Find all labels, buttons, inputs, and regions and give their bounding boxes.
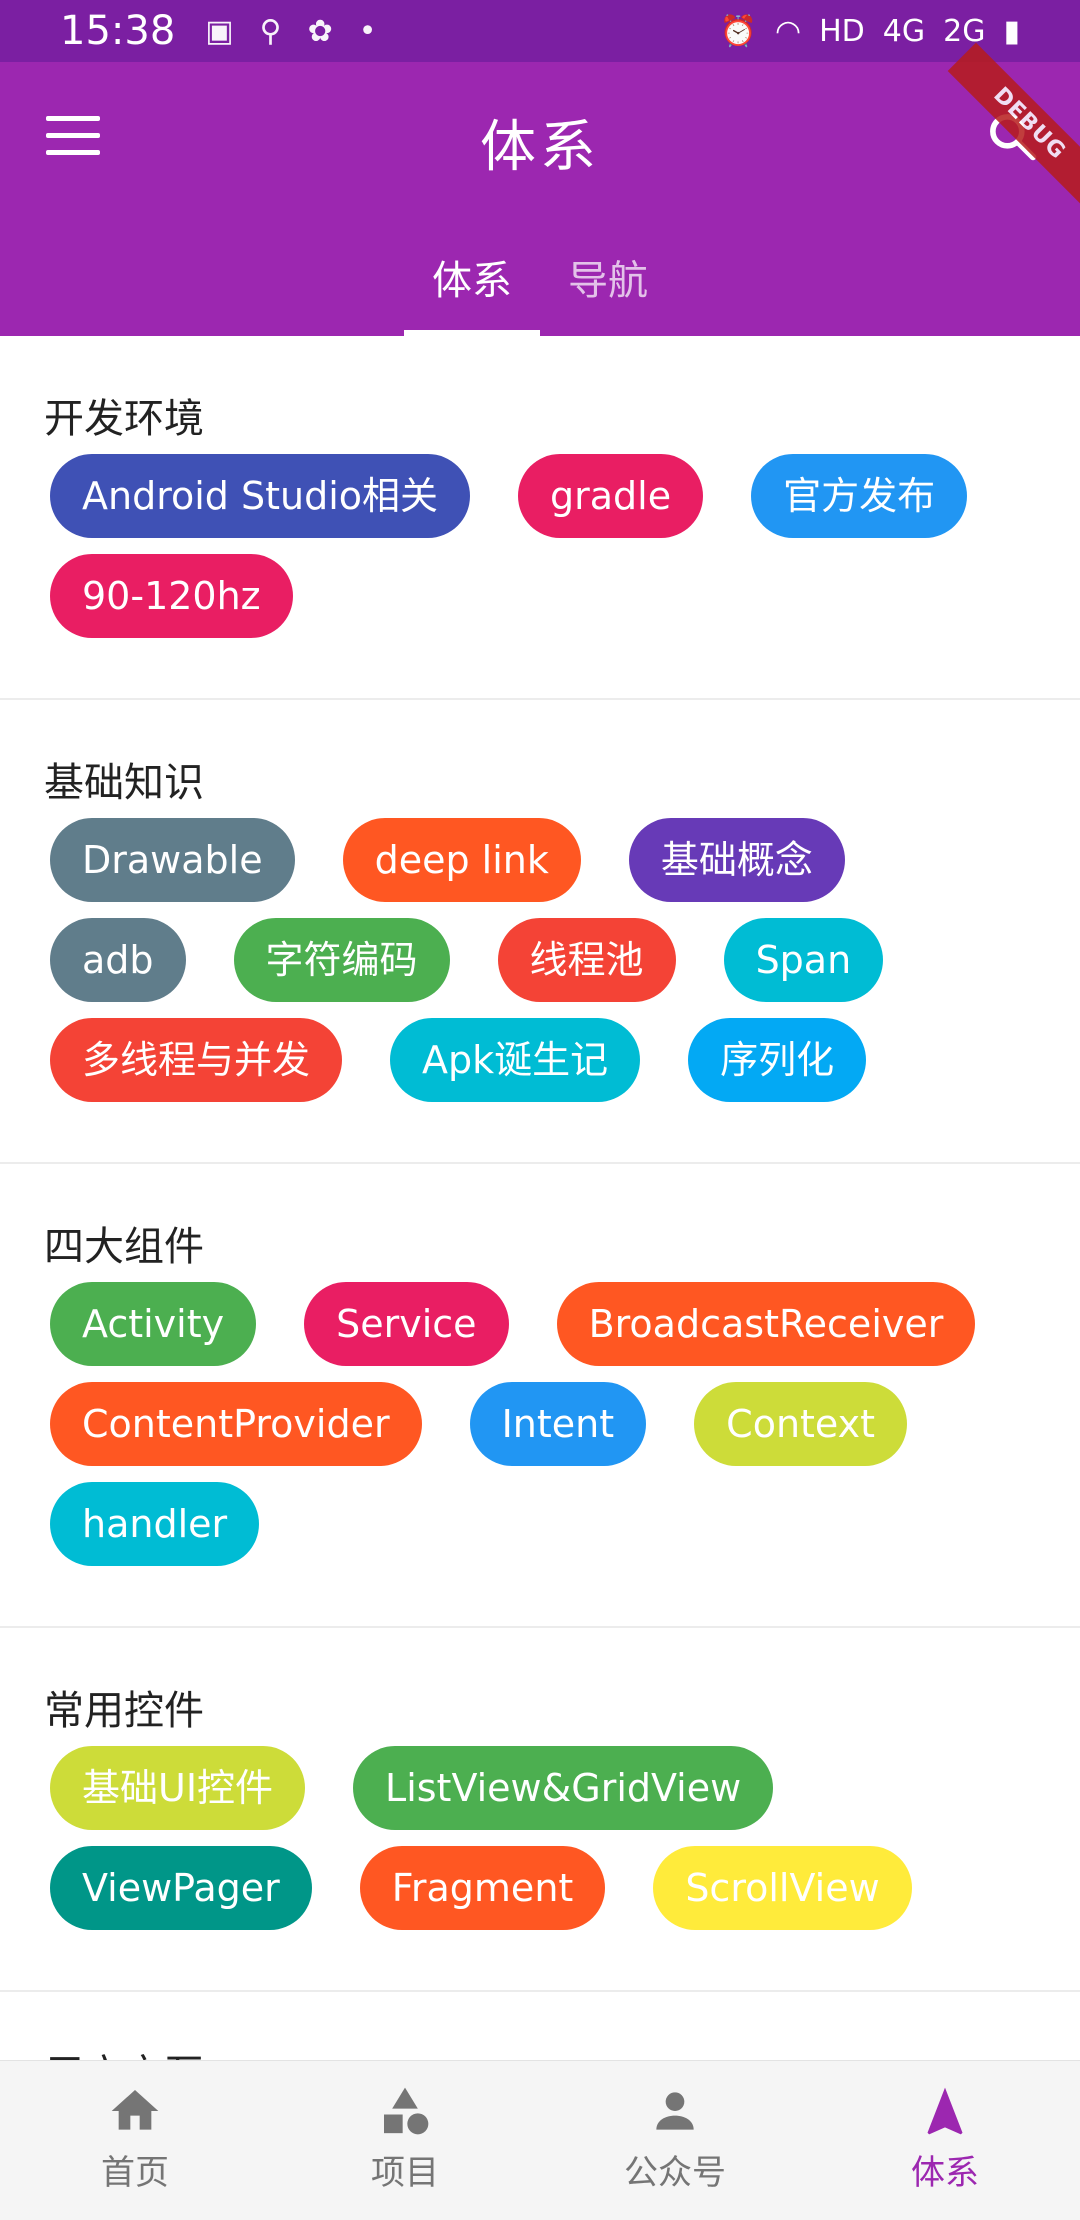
nav-item-0[interactable]: 首页 bbox=[0, 2061, 270, 2220]
category-section[interactable]: 常用控件基础UI控件 ListView&GridView ViewPager Frag… bbox=[0, 1628, 1080, 1992]
topic-chip[interactable]: Context bbox=[694, 1382, 908, 1466]
topic-chip[interactable]: Drawable bbox=[50, 818, 295, 902]
topic-chip[interactable]: Fragment bbox=[359, 1846, 606, 1930]
page-title: 体系 bbox=[480, 115, 600, 180]
topic-chip[interactable]: BroadcastReceiver bbox=[556, 1282, 976, 1366]
chip-group: Drawable deep link 基础概念 adb 字符编码 线程池 Span 多线程与并… bbox=[44, 818, 1036, 1118]
nav-item-1[interactable]: 项目 bbox=[270, 2061, 540, 2220]
search-icon: ⚲ bbox=[259, 13, 282, 49]
topic-chip[interactable]: Service bbox=[304, 1282, 509, 1366]
tab-0[interactable]: 体系 bbox=[404, 210, 540, 336]
person-icon bbox=[540, 2083, 810, 2139]
alarm-icon: ⏰ bbox=[719, 13, 757, 49]
topic-chip[interactable]: gradle bbox=[518, 454, 704, 538]
topic-chip[interactable]: ContentProvider bbox=[50, 1382, 422, 1466]
wifi-icon: ◠ bbox=[774, 13, 802, 49]
topic-chip[interactable]: ListView&GridView bbox=[353, 1746, 774, 1830]
topic-chip[interactable]: deep link bbox=[342, 818, 581, 902]
category-title: 四大组件 bbox=[44, 1224, 204, 1270]
status-left-icons: ▣ ⚲ ✿ • bbox=[205, 14, 376, 49]
hd-label: HD bbox=[819, 13, 865, 49]
bug-icon: ✿ bbox=[307, 13, 333, 49]
topic-chip[interactable]: 多线程与并发 bbox=[50, 1018, 343, 1102]
status-time: 15:38 bbox=[60, 8, 176, 54]
topic-chip[interactable]: 基础概念 bbox=[628, 818, 845, 902]
nav-item-2[interactable]: 公众号 bbox=[540, 2061, 810, 2220]
topic-chip[interactable]: Android Studio相关 bbox=[50, 454, 471, 538]
category-section[interactable]: 基础知识 Drawable deep link 基础概念 adb 字符编码 线程池 Span 多… bbox=[0, 700, 1080, 1164]
topic-chip[interactable]: ScrollView bbox=[653, 1846, 912, 1930]
topic-chip[interactable]: adb bbox=[50, 918, 186, 1002]
topic-chip[interactable]: handler bbox=[50, 1482, 260, 1566]
topic-chip[interactable]: Span bbox=[723, 918, 884, 1002]
bottom-navigation: 首页 项目 公众号 体系 bbox=[0, 2060, 1080, 2220]
tab-1[interactable]: 导航 bbox=[540, 210, 676, 336]
topic-chip[interactable]: 字符编码 bbox=[233, 918, 450, 1002]
app-bar: 体系 DEBUG bbox=[0, 42, 1080, 210]
topic-chip[interactable]: Intent bbox=[469, 1382, 647, 1466]
image-icon: ▣ bbox=[205, 13, 234, 49]
topic-chip[interactable]: 基础UI控件 bbox=[50, 1746, 306, 1830]
category-title: 开发环境 bbox=[44, 396, 204, 442]
knowledge-system-list[interactable]: 开发环境 Android Studio相关 gradle 官方发布 90-120hz 基础… bbox=[0, 336, 1080, 2060]
dot-icon: • bbox=[358, 13, 377, 49]
battery-icon: ▮ bbox=[1003, 13, 1020, 49]
2g-label: 2G bbox=[943, 13, 986, 49]
category-section[interactable]: 开发环境 Android Studio相关 gradle 官方发布 90-120hz bbox=[0, 336, 1080, 700]
nav-item-3[interactable]: 体系 bbox=[810, 2061, 1080, 2220]
chip-group: Android Studio相关 gradle 官方发布 90-120hz bbox=[44, 454, 1036, 654]
nav-item-label: 首页 bbox=[101, 2153, 169, 2193]
status-bar: 15:38 ▣ ⚲ ✿ • ⏰ ◠ HD 4G 2G ▮ bbox=[0, 0, 1080, 62]
nav-item-label: 公众号 bbox=[624, 2153, 726, 2193]
chip-group: Activity Service BroadcastReceiver ContentP… bbox=[44, 1282, 1036, 1582]
4g-label: 4G bbox=[882, 13, 926, 49]
topic-chip[interactable]: 线程池 bbox=[497, 918, 676, 1002]
category-title: 常用控件 bbox=[44, 1688, 204, 1734]
topic-chip[interactable]: 官方发布 bbox=[751, 454, 968, 538]
topic-chip[interactable]: 序列化 bbox=[688, 1018, 867, 1102]
category-section[interactable]: 用户交互 bbox=[0, 1992, 1080, 2060]
topic-chip[interactable]: ViewPager bbox=[50, 1846, 312, 1930]
category-title: 基础知识 bbox=[44, 760, 204, 806]
category-title: 用户交互 bbox=[44, 2042, 1036, 2060]
shapes-icon bbox=[270, 2083, 540, 2139]
topic-chip[interactable]: Apk诞生记 bbox=[390, 1018, 641, 1102]
chip-group: 基础UI控件 ListView&GridView ViewPager Fragment… bbox=[44, 1746, 1036, 1946]
topic-chip[interactable]: 90-120hz bbox=[50, 554, 293, 638]
nav-item-label: 项目 bbox=[371, 2153, 439, 2193]
nav-item-label: 体系 bbox=[911, 2153, 979, 2193]
topic-chip[interactable]: Activity bbox=[50, 1282, 257, 1366]
navigation-arrow-icon bbox=[810, 2083, 1080, 2139]
tab-bar: 体系 导航 bbox=[0, 210, 1080, 336]
category-section[interactable]: 四大组件 Activity Service BroadcastReceiver Cont… bbox=[0, 1164, 1080, 1628]
home-icon bbox=[0, 2083, 270, 2139]
